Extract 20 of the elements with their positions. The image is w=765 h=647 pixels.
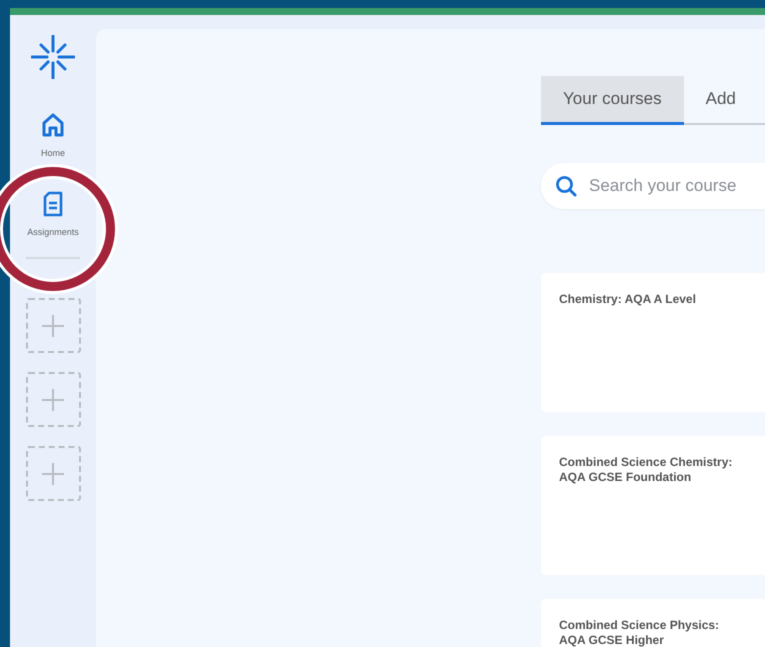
course-card[interactable]: Chemistry: AQA A Level	[541, 273, 765, 412]
nav-item[interactable]: Assignments	[27, 190, 79, 237]
course-title: Combined Science Chemistry: AQA GCSE Foundation	[559, 455, 734, 485]
logo-icon	[31, 35, 75, 79]
add-slot-button[interactable]	[26, 372, 80, 427]
search-icon	[555, 175, 577, 197]
plus-icon	[41, 314, 65, 338]
tab[interactable]: Add	[684, 76, 758, 125]
plus-icon	[41, 388, 65, 412]
search-bar[interactable]: Search your course	[541, 163, 765, 209]
plus-icon	[41, 462, 65, 486]
nav-item[interactable]: Home	[39, 111, 67, 158]
tab[interactable]: Your courses	[541, 76, 684, 125]
course-title: Chemistry: AQA A Level	[559, 292, 697, 307]
course-title: Combined Science Physics: AQA GCSE Higher	[559, 618, 720, 647]
add-slot-button[interactable]	[26, 298, 80, 353]
search-field[interactable]: Search your course	[587, 172, 765, 200]
course-card[interactable]: Combined Science Chemistry: AQA GCSE Foundation	[541, 436, 765, 575]
course-card[interactable]: Combined Science Physics: AQA GCSE Higher	[541, 599, 765, 647]
add-slot-button[interactable]	[26, 446, 80, 501]
